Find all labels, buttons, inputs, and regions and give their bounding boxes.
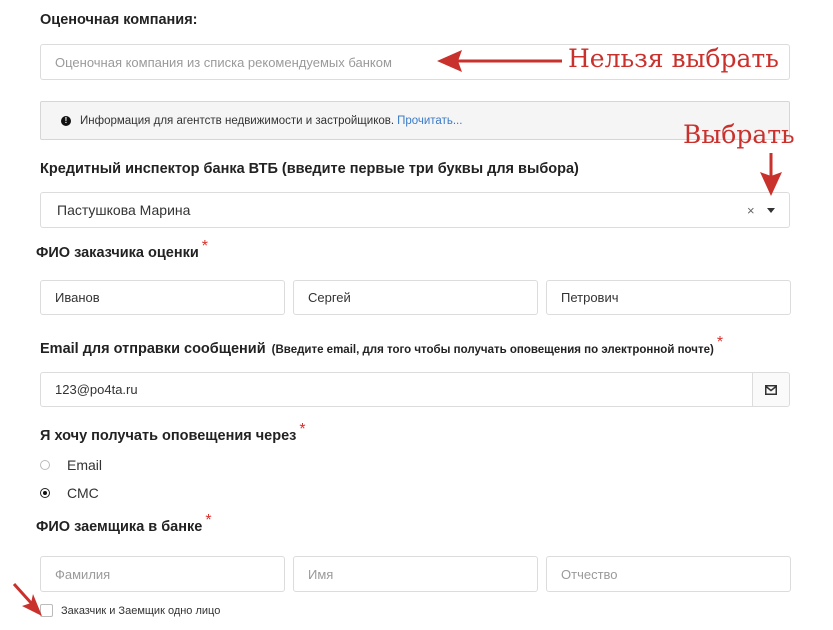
arrow-diagonal-icon [12,582,42,616]
arrow-left-icon [437,50,562,72]
arrow-down-icon [760,153,782,196]
annotation-arrows [12,50,782,616]
